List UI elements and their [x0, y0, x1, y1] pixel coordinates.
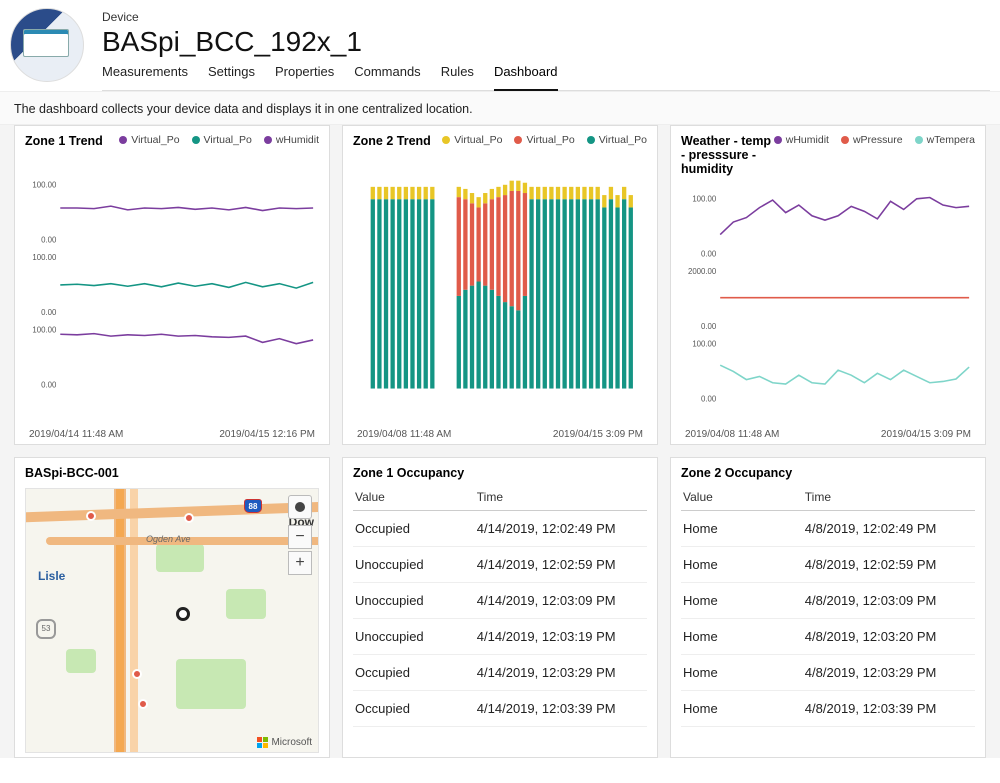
- interstate-shield: 88: [244, 499, 262, 513]
- card-title: Zone 1 Trend: [25, 134, 103, 148]
- table-row: Occupied4/14/2019, 12:03:29 PM: [353, 655, 647, 691]
- table-row: Occupied4/14/2019, 12:03:39 PM: [353, 691, 647, 727]
- svg-text:100.00: 100.00: [692, 195, 717, 204]
- table-row: Occupied4/14/2019, 12:02:49 PM: [353, 511, 647, 547]
- table-header: ValueTime: [681, 480, 975, 511]
- tab-bar: Measurements Settings Properties Commands Ru…: [102, 64, 990, 91]
- svg-text:0.00: 0.00: [701, 322, 717, 331]
- map-zoom-out-button[interactable]: −: [288, 525, 312, 549]
- svg-text:0.00: 0.00: [41, 236, 57, 245]
- chart-legend: wHumidit wPressure wTempera: [774, 134, 975, 146]
- dashboard-description: The dashboard collects your device data …: [0, 91, 1000, 125]
- card-weather-trend: Weather - temp - presssure - humidity wH…: [670, 125, 986, 445]
- table-row: Unoccupied4/14/2019, 12:03:19 PM: [353, 619, 647, 655]
- map-attribution: Microsoft: [257, 737, 312, 748]
- map-pin: [176, 607, 190, 621]
- svg-text:2000.00: 2000.00: [688, 267, 717, 276]
- svg-text:100.00: 100.00: [32, 253, 57, 262]
- card-zone1-trend: Zone 1 Trend Virtual_Po Virtual_Po wHumidi…: [14, 125, 330, 445]
- zone2-chart: [353, 148, 647, 427]
- table-row: Unoccupied4/14/2019, 12:03:09 PM: [353, 583, 647, 619]
- legend-item: wHumidit: [264, 134, 319, 146]
- legend-item: Virtual_Po: [192, 134, 252, 146]
- card-title: BASpi-BCC-001: [25, 466, 319, 480]
- x-axis-range: 2019/04/08 11:48 AM2019/04/15 3:09 PM: [681, 427, 975, 440]
- chart-legend: Virtual_Po Virtual_Po wHumidit: [119, 134, 319, 146]
- table-row: Home4/8/2019, 12:03:29 PM: [681, 655, 975, 691]
- card-title: Zone 1 Occupancy: [353, 466, 647, 480]
- tab-measurements[interactable]: Measurements: [102, 64, 188, 84]
- legend-item: Virtual_Po: [119, 134, 179, 146]
- zone1-chart: 100.00 0.00 100.00 0.00 100.00 0.00: [25, 148, 319, 427]
- device-header: Device BASpi_BCC_192x_1 Measurements Sett…: [0, 0, 1000, 91]
- map-zoom-in-button[interactable]: +: [288, 551, 312, 575]
- card-zone2-occupancy: Zone 2 Occupancy ValueTime Home4/8/2019,…: [670, 457, 986, 758]
- tab-commands[interactable]: Commands: [354, 64, 420, 84]
- table-row: Unoccupied4/14/2019, 12:02:59 PM: [353, 547, 647, 583]
- tab-rules[interactable]: Rules: [441, 64, 474, 84]
- device-map[interactable]: 53 88 Lisle Dow − + Microsoft ©2019 TomT…: [25, 488, 319, 753]
- legend-item: wPressure: [841, 134, 903, 146]
- device-avatar: [10, 8, 84, 82]
- chart-legend: Virtual_Po Virtual_Po Virtual_Po: [442, 134, 647, 146]
- tab-settings[interactable]: Settings: [208, 64, 255, 84]
- legend-item: wHumidit: [774, 134, 829, 146]
- card-zone1-occupancy: Zone 1 Occupancy ValueTime Occupied4/14/…: [342, 457, 658, 758]
- breadcrumb: Device: [102, 10, 990, 24]
- map-copyright: ©2019 TomTom: [256, 752, 312, 753]
- svg-text:0.00: 0.00: [41, 381, 57, 390]
- table-row: Home4/8/2019, 12:02:59 PM: [681, 547, 975, 583]
- traffic-dot-icon: [138, 699, 148, 709]
- x-axis-range: 2019/04/08 11:48 AM2019/04/15 3:09 PM: [353, 427, 647, 440]
- svg-text:0.00: 0.00: [41, 308, 57, 317]
- card-title: Zone 2 Trend: [353, 134, 431, 148]
- legend-item: Virtual_Po: [442, 134, 502, 146]
- route-shield: 53: [36, 619, 56, 639]
- legend-item: Virtual_Po: [587, 134, 647, 146]
- legend-item: Virtual_Po: [514, 134, 574, 146]
- table-row: Home4/8/2019, 12:03:09 PM: [681, 583, 975, 619]
- svg-text:100.00: 100.00: [32, 326, 57, 335]
- card-title: Weather - temp - presssure - humidity: [681, 134, 774, 176]
- svg-text:100.00: 100.00: [692, 340, 717, 349]
- table-row: Home4/8/2019, 12:03:20 PM: [681, 619, 975, 655]
- table-row: Home4/8/2019, 12:02:49 PM: [681, 511, 975, 547]
- card-map: BASpi-BCC-001 53 88 Lisle Dow − + Micros…: [14, 457, 330, 758]
- tab-properties[interactable]: Properties: [275, 64, 334, 84]
- traffic-dot-icon: [184, 513, 194, 523]
- svg-text:0.00: 0.00: [701, 250, 717, 259]
- map-locate-button[interactable]: [288, 495, 312, 519]
- legend-item: wTempera: [915, 134, 975, 146]
- table-header: ValueTime: [353, 480, 647, 511]
- x-axis-range: 2019/04/14 11:48 AM2019/04/15 12:16 PM: [25, 427, 319, 440]
- card-title: Zone 2 Occupancy: [681, 466, 975, 480]
- weather-chart: 100.00 0.00 2000.00 0.00 100.00 0.00: [681, 176, 975, 427]
- card-zone2-trend: Zone 2 Trend Virtual_PoVirtual_PoVirtual…: [342, 125, 658, 445]
- traffic-dot-icon: [132, 669, 142, 679]
- table-row: Home4/8/2019, 12:03:39 PM: [681, 691, 975, 727]
- map-label-lisle: Lisle: [38, 569, 65, 583]
- tab-dashboard[interactable]: Dashboard: [494, 64, 558, 91]
- svg-text:100.00: 100.00: [32, 181, 57, 190]
- svg-text:0.00: 0.00: [701, 395, 717, 404]
- page-title: BASpi_BCC_192x_1: [102, 26, 990, 58]
